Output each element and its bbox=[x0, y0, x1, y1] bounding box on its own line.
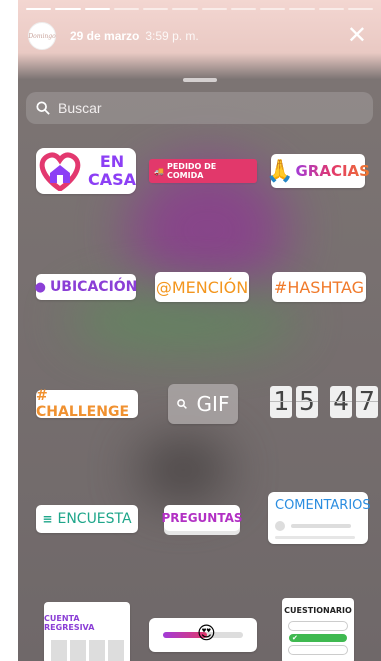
search-bar[interactable] bbox=[26, 92, 373, 124]
sticker-cuestionario[interactable]: CUESTIONARIO ✔ bbox=[282, 598, 354, 661]
clock-digit: 1 bbox=[270, 386, 292, 418]
sticker-gif-label: GIF bbox=[196, 392, 230, 416]
quiz-option-correct: ✔ bbox=[289, 634, 347, 642]
sticker-mencion-label: @MENCIÓN bbox=[155, 277, 249, 297]
story-progress-bar bbox=[26, 8, 373, 10]
comment-line-placeholder bbox=[291, 524, 351, 528]
sticker-preguntas-label: PREGUNTAS bbox=[161, 511, 243, 525]
background-blur bbox=[138, 440, 228, 500]
heart-eyes-emoji-icon[interactable]: 😍 bbox=[197, 624, 216, 644]
poll-lines-icon: ≡ bbox=[42, 512, 53, 526]
comment-avatar-placeholder bbox=[275, 521, 285, 531]
sticker-comentarios-label: COMENTARIOS bbox=[275, 498, 371, 513]
avatar[interactable]: Domingo bbox=[28, 22, 56, 50]
sticker-ubicacion-label: UBICACIÓN bbox=[49, 279, 138, 295]
sticker-encuesta-label: ENCUESTA bbox=[57, 511, 132, 527]
search-input[interactable] bbox=[56, 99, 340, 117]
sticker-hashtag[interactable]: #HASHTAG bbox=[272, 272, 366, 302]
countdown-placeholder-boxes bbox=[50, 640, 124, 661]
search-icon bbox=[36, 101, 50, 115]
sticker-comentarios[interactable]: COMENTARIOS bbox=[268, 492, 371, 544]
story-time: 3:59 p. m. bbox=[145, 29, 199, 43]
clock-digit: 5 bbox=[296, 386, 318, 418]
search-icon bbox=[176, 399, 187, 409]
sheet-drag-handle[interactable] bbox=[182, 78, 217, 82]
praying-hands-icon: 🙏 bbox=[266, 158, 294, 184]
sticker-pedido-label: PEDIDO DE COMIDA bbox=[166, 162, 217, 180]
slider-track[interactable]: 😍 bbox=[163, 624, 243, 644]
story-screen: Domingo 29 de marzo 3:59 p. m. ✕ EN CASA… bbox=[18, 0, 381, 661]
location-pin-icon: ● bbox=[34, 279, 46, 295]
sticker-challenge-label: # CHALLENGE bbox=[36, 388, 130, 420]
quiz-option-placeholder bbox=[288, 645, 348, 655]
sticker-gracias[interactable]: 🙏 GRACIAS bbox=[266, 154, 370, 188]
comment-line-placeholder bbox=[275, 536, 355, 539]
close-icon[interactable]: ✕ bbox=[347, 24, 367, 48]
sticker-ubicacion[interactable]: ● UBICACIÓN bbox=[34, 274, 138, 300]
sticker-encuesta[interactable]: ≡ ENCUESTA bbox=[36, 505, 138, 533]
sticker-preguntas[interactable]: PREGUNTAS bbox=[161, 505, 243, 531]
check-icon: ✔ bbox=[292, 634, 298, 642]
sticker-pedido-de-comida[interactable]: 🚚 PEDIDO DE COMIDA bbox=[149, 159, 257, 183]
sticker-cuestionario-label: CUESTIONARIO bbox=[284, 606, 352, 615]
sticker-hashtag-label: #HASHTAG bbox=[273, 277, 365, 297]
quiz-option-placeholder bbox=[288, 621, 348, 631]
story-date: 29 de marzo bbox=[70, 29, 140, 43]
sticker-en-casa-line1: EN bbox=[99, 152, 125, 171]
truck-icon: 🚚 bbox=[154, 166, 164, 176]
sticker-en-casa[interactable]: EN CASA bbox=[36, 148, 136, 194]
sticker-en-casa-line2: CASA bbox=[87, 170, 136, 189]
sticker-cuenta-regresiva-label: CUENTA REGRESIVA bbox=[44, 614, 95, 632]
clock-digit: 4 bbox=[330, 386, 352, 418]
sticker-cuenta-regresiva[interactable]: CUENTA REGRESIVA bbox=[44, 602, 130, 661]
sticker-gracias-label: GRACIAS bbox=[295, 162, 370, 180]
sticker-emoji-slider[interactable]: 😍 bbox=[149, 618, 257, 652]
clock-digit: 7 bbox=[356, 386, 378, 418]
sticker-clock[interactable]: 1 5 4 7 bbox=[270, 386, 378, 418]
house-heart-icon bbox=[39, 152, 81, 191]
sticker-gif[interactable]: GIF bbox=[168, 384, 238, 424]
story-header: Domingo 29 de marzo 3:59 p. m. ✕ bbox=[28, 22, 371, 50]
avatar-text: Domingo bbox=[28, 32, 56, 40]
sticker-challenge[interactable]: # CHALLENGE bbox=[36, 388, 138, 420]
sticker-mencion[interactable]: @MENCIÓN bbox=[155, 272, 249, 302]
